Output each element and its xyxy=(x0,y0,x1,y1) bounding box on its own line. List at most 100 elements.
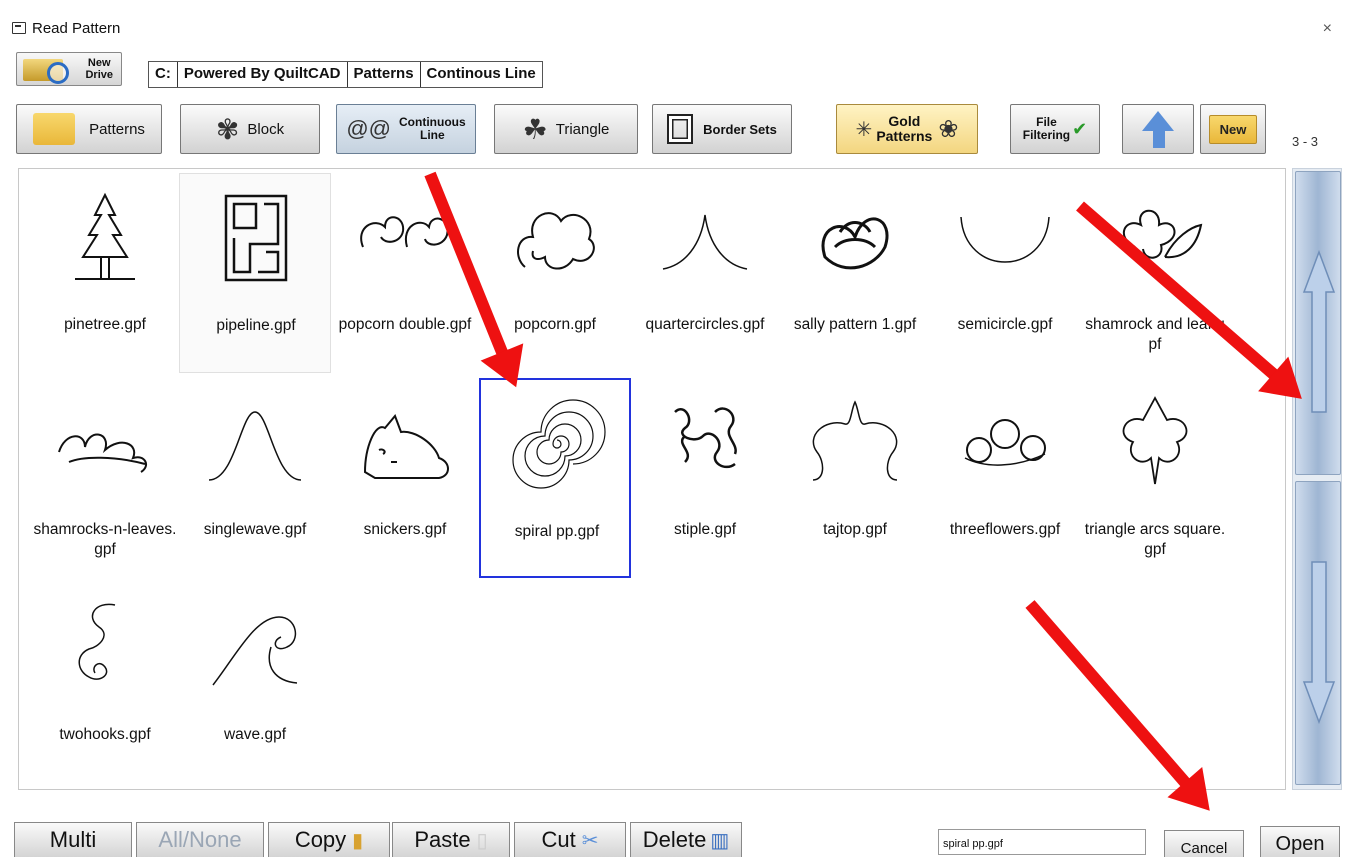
breadcrumb-continous-line[interactable]: Continous Line xyxy=(421,62,542,87)
triangle-button[interactable]: ☘ Triangle xyxy=(494,104,638,154)
file-name: sally pattern 1.gpf xyxy=(793,316,917,333)
triangle-arcs-icon xyxy=(1122,396,1188,485)
border-sets-button[interactable]: Border Sets xyxy=(652,104,792,154)
new-folder-button[interactable]: New xyxy=(1200,104,1266,154)
quarter-circles-icon xyxy=(662,214,748,270)
file-item[interactable]: triangle arcs square.gpf xyxy=(1079,378,1231,578)
file-item[interactable]: shamrocks-n-leaves.gpf xyxy=(29,378,181,578)
file-name: spiral pp.gpf xyxy=(514,523,600,540)
file-name: semicircle.gpf xyxy=(957,316,1053,333)
three-flowers-icon xyxy=(964,419,1046,466)
delete-label: Delete xyxy=(642,827,707,852)
pipeline-maze-icon xyxy=(224,194,288,282)
file-name: wave.gpf xyxy=(223,726,287,743)
file-grid: pinetree.gpf pipeline.gpf popcorn double.g… xyxy=(18,168,1286,790)
scissors-icon: ✂ xyxy=(581,829,599,852)
file-item[interactable]: singlewave.gpf xyxy=(179,378,331,578)
single-wave-icon xyxy=(208,411,302,481)
file-item[interactable]: threeflowers.gpf xyxy=(929,378,1081,578)
checkmark-icon: ✔ xyxy=(1072,118,1088,139)
gold-flower-icon: ❀ xyxy=(938,115,959,143)
file-item[interactable]: quartercircles.gpf xyxy=(629,173,781,373)
file-item[interactable]: pinetree.gpf xyxy=(29,173,181,373)
file-item[interactable]: snickers.gpf xyxy=(329,378,481,578)
breadcrumb-quiltcad[interactable]: Powered By QuiltCAD xyxy=(178,62,348,87)
file-item[interactable]: sally pattern 1.gpf xyxy=(779,173,931,373)
semicircle-icon xyxy=(960,216,1050,263)
file-name: triangle arcs square.gpf xyxy=(1084,521,1226,558)
cut-button[interactable]: Cut ✂ xyxy=(514,822,626,857)
triangle-motif-icon: ☘ xyxy=(522,113,548,145)
patterns-button[interactable]: Patterns xyxy=(16,104,162,154)
open-button[interactable]: Open xyxy=(1260,826,1340,857)
file-item[interactable]: twohooks.gpf xyxy=(29,583,181,783)
triangle-label: Triangle xyxy=(555,120,610,138)
delete-button[interactable]: Delete ▥ xyxy=(630,822,742,857)
filename-field[interactable]: spiral pp.gpf xyxy=(938,829,1146,855)
paste-icon: ▯ xyxy=(476,829,488,852)
file-item[interactable]: spiral pp.gpf xyxy=(479,378,631,578)
scroll-up-arrow-icon xyxy=(1302,249,1336,413)
tajtop-icon xyxy=(812,400,898,481)
file-name: pinetree.gpf xyxy=(64,316,146,333)
scroll-down-arrow-icon xyxy=(1302,561,1336,725)
file-item[interactable]: semicircle.gpf xyxy=(929,173,1081,373)
spiral-icon xyxy=(512,399,606,489)
block-flower-icon: ✾ xyxy=(215,113,240,145)
file-filtering-button[interactable]: File Filtering ✔ xyxy=(1010,104,1100,154)
new-label: New xyxy=(1208,114,1258,144)
new-drive-button[interactable]: New Drive xyxy=(16,52,122,86)
continuous-line-label: Continuous Line xyxy=(399,115,466,142)
file-name: threeflowers.gpf xyxy=(949,521,1061,538)
block-button[interactable]: ✾ Block xyxy=(180,104,320,154)
file-name: stiple.gpf xyxy=(673,521,737,538)
file-name: popcorn double.gpf xyxy=(338,316,472,333)
up-arrow-stem xyxy=(1153,128,1165,148)
file-name: shamrocks-n-leaves.gpf xyxy=(33,521,177,558)
file-name: pipeline.gpf xyxy=(216,317,296,334)
multi-button[interactable]: Multi xyxy=(14,822,132,857)
file-item[interactable]: wave.gpf xyxy=(179,583,331,783)
gold-patterns-button[interactable]: ✳ Gold Patterns ❀ xyxy=(836,104,978,154)
paste-label: Paste xyxy=(414,827,471,852)
gold-star-icon: ✳ xyxy=(855,118,873,141)
file-filtering-label: File Filtering xyxy=(1022,115,1071,142)
file-item[interactable]: popcorn double.gpf xyxy=(329,173,481,373)
file-item[interactable]: pipeline.gpf xyxy=(179,173,331,373)
paste-button[interactable]: Paste ▯ xyxy=(392,822,510,857)
border-frame-icon xyxy=(667,114,694,144)
close-button[interactable]: × xyxy=(1323,20,1332,38)
border-sets-label: Border Sets xyxy=(703,121,777,137)
scroll-up-button[interactable] xyxy=(1295,171,1341,475)
continuous-line-button[interactable]: @@ Continuous Line xyxy=(336,104,476,154)
vertical-scrollbar[interactable] xyxy=(1292,168,1342,790)
wave-icon xyxy=(212,616,298,686)
window-title: Read Pattern xyxy=(32,20,121,37)
copy-button[interactable]: Copy ▮ xyxy=(268,822,390,857)
popcorn-icon xyxy=(517,212,595,270)
pine-tree-icon xyxy=(75,192,135,280)
window-icon xyxy=(12,22,26,34)
page-indicator: 3 - 3 xyxy=(1292,134,1319,149)
file-name: quartercircles.gpf xyxy=(645,316,765,333)
file-name: popcorn.gpf xyxy=(514,316,596,333)
title-bar: Read Pattern × xyxy=(0,0,1350,44)
patterns-label: Patterns xyxy=(89,120,145,138)
scroll-down-button[interactable] xyxy=(1295,481,1341,785)
stipple-icon xyxy=(674,407,737,469)
file-name: twohooks.gpf xyxy=(59,726,151,743)
copy-label: Copy xyxy=(294,827,347,852)
gold-patterns-label: Gold Patterns xyxy=(876,113,933,144)
cat-icon xyxy=(363,414,449,479)
two-hooks-icon xyxy=(78,603,116,680)
folder-icon xyxy=(33,113,76,145)
sally-pattern-icon xyxy=(821,217,889,270)
cancel-button[interactable]: Cancel xyxy=(1164,830,1244,857)
breadcrumb: C: Powered By QuiltCAD Patterns Continou… xyxy=(148,61,543,88)
file-item[interactable]: tajtop.gpf xyxy=(779,378,931,578)
all-none-button[interactable]: All/None xyxy=(136,822,264,857)
breadcrumb-drive[interactable]: C: xyxy=(149,62,178,87)
breadcrumb-patterns[interactable]: Patterns xyxy=(348,62,421,87)
file-item[interactable]: stiple.gpf xyxy=(629,378,781,578)
copy-icon: ▮ xyxy=(352,829,364,852)
